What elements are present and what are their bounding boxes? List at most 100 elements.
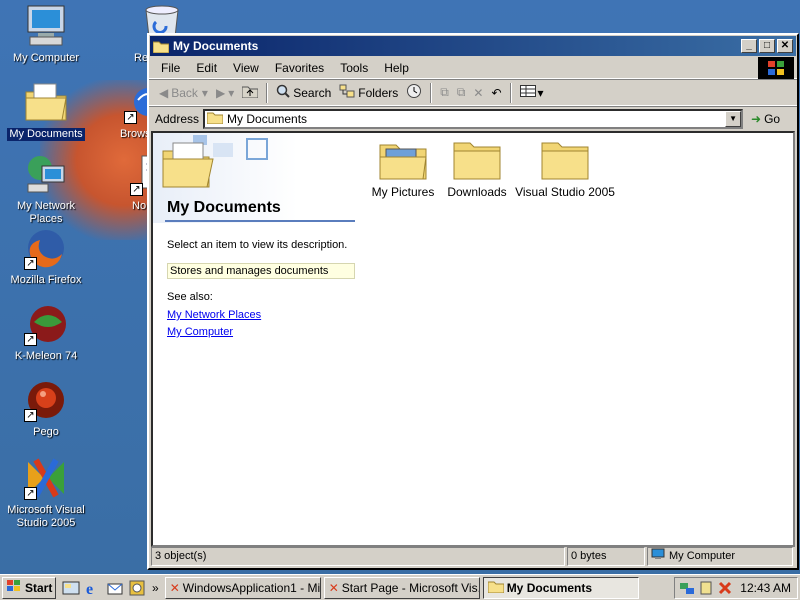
file-item-visual-studio-2005[interactable]: Visual Studio 2005 bbox=[505, 137, 625, 199]
desktop-icon-label: K-Meleon 74 bbox=[14, 350, 78, 362]
history-icon bbox=[406, 83, 422, 102]
desktop-icon-label: My Network Places bbox=[16, 200, 76, 225]
menu-view[interactable]: View bbox=[225, 59, 267, 77]
menu-bar: File Edit View Favorites Tools Help bbox=[149, 56, 797, 79]
menu-favorites[interactable]: Favorites bbox=[267, 59, 332, 77]
views-button[interactable]: ▾ bbox=[516, 83, 548, 102]
maximize-button[interactable]: □ bbox=[759, 39, 775, 53]
folders-button[interactable]: Folders bbox=[335, 82, 402, 103]
taskbar-item-my-documents[interactable]: My Documents bbox=[482, 576, 639, 599]
show-desktop-icon[interactable] bbox=[62, 579, 80, 597]
delete-button[interactable]: ✕ bbox=[469, 84, 487, 102]
notepad-tray-icon[interactable] bbox=[698, 580, 714, 596]
svg-text:e: e bbox=[86, 581, 93, 597]
chevron-right-icon[interactable]: » bbox=[152, 581, 159, 595]
file-name: My Pictures bbox=[371, 185, 435, 199]
folders-label: Folders bbox=[358, 85, 399, 100]
pane-hint: Select an item to view its description. bbox=[167, 239, 348, 251]
pane-divider bbox=[165, 220, 355, 222]
media-player-icon[interactable] bbox=[128, 579, 146, 597]
chevron-down-icon: ▾ bbox=[228, 85, 235, 100]
my-documents-icon bbox=[24, 80, 68, 124]
back-arrow-icon: ◀ bbox=[159, 85, 169, 100]
go-button[interactable]: ➜ Go bbox=[751, 112, 780, 126]
task-label: My Documents bbox=[506, 580, 593, 595]
status-size: 0 bytes bbox=[567, 547, 645, 566]
move-to-button[interactable]: ⧉ bbox=[436, 83, 453, 102]
address-dropdown-button[interactable]: ▼ bbox=[725, 110, 742, 127]
folders-icon bbox=[339, 84, 355, 101]
search-button[interactable]: Search bbox=[272, 82, 335, 103]
taskbar-item-windowsapplication1[interactable]: ✕ WindowsApplication1 - Mi... bbox=[164, 576, 321, 599]
file-item-downloads[interactable]: Downloads bbox=[439, 137, 515, 199]
file-name: Downloads bbox=[447, 185, 507, 199]
desktop-icon-label: My Documents bbox=[7, 128, 85, 141]
search-icon bbox=[276, 84, 290, 101]
address-value: My Documents bbox=[227, 111, 308, 126]
forward-button[interactable]: ▶ ▾ bbox=[212, 84, 238, 102]
folder-title-icon bbox=[152, 39, 170, 54]
desktop-icon-label: No bbox=[132, 200, 147, 212]
link-my-network-places[interactable]: My Network Places bbox=[167, 309, 261, 321]
desktop-icon-k-meleon[interactable]: ↗ K-Meleon 74 bbox=[0, 302, 92, 363]
system-tray: 12:43 AM bbox=[674, 576, 798, 599]
task-label: Start Page - Microsoft Vis... bbox=[341, 580, 480, 595]
k-meleon-icon: ↗ bbox=[24, 302, 68, 346]
copy-to-button[interactable]: ⧉ bbox=[453, 83, 470, 102]
start-label: Start bbox=[25, 580, 53, 595]
menu-help[interactable]: Help bbox=[376, 59, 417, 77]
taskbar-item-start-page[interactable]: ✕ Start Page - Microsoft Vis... bbox=[323, 576, 480, 599]
link-my-computer[interactable]: My Computer bbox=[167, 326, 233, 338]
address-input[interactable]: My Documents ▼ bbox=[203, 108, 744, 129]
shortcut-arrow-icon: ↗ bbox=[24, 487, 37, 500]
up-folder-button[interactable] bbox=[238, 82, 262, 103]
back-label: Back bbox=[171, 85, 198, 100]
folder-icon bbox=[487, 579, 505, 596]
undo-button[interactable]: ↶ bbox=[487, 84, 505, 102]
forward-arrow-icon: ▶ bbox=[215, 85, 226, 100]
pane-title: My Documents bbox=[167, 199, 281, 216]
toolbar-separator bbox=[266, 82, 269, 103]
menu-file[interactable]: File bbox=[153, 59, 188, 77]
history-button[interactable] bbox=[402, 81, 426, 104]
my-computer-icon bbox=[24, 4, 68, 48]
menu-tools[interactable]: Tools bbox=[332, 59, 376, 77]
menu-edit[interactable]: Edit bbox=[188, 59, 225, 77]
delete-icon: ✕ bbox=[473, 85, 484, 100]
views-icon bbox=[519, 85, 536, 100]
internet-explorer-icon[interactable]: e bbox=[84, 579, 102, 598]
file-item-my-pictures[interactable]: My Pictures bbox=[365, 137, 441, 199]
visual-studio-icon: ✕ bbox=[169, 580, 180, 595]
toolbar-separator bbox=[430, 82, 433, 103]
title-bar[interactable]: My Documents _ □ ✕ bbox=[150, 36, 796, 56]
desktop-icon-network-places[interactable]: My Network Places bbox=[0, 152, 92, 226]
address-bar: Address My Documents ▼ ➜ Go bbox=[149, 106, 797, 130]
outlook-express-icon[interactable] bbox=[106, 579, 124, 597]
network-tray-icon[interactable] bbox=[679, 580, 695, 596]
clock[interactable]: 12:43 AM bbox=[740, 581, 791, 595]
desktop-icon-label: Pego bbox=[33, 426, 59, 438]
desktop-icon-pego[interactable]: ↗ Pego bbox=[0, 378, 92, 439]
status-object-count: 3 object(s) bbox=[151, 547, 565, 566]
desktop-icon-my-computer[interactable]: My Computer bbox=[0, 4, 92, 65]
file-name: Visual Studio 2005 bbox=[515, 185, 615, 199]
taskbar: Start e » ✕ WindowsApplication1 - Mi... … bbox=[0, 574, 800, 600]
minimize-button[interactable]: _ bbox=[741, 39, 757, 53]
status-zone: My Computer bbox=[647, 547, 793, 566]
desktop-icon-firefox[interactable]: ↗ Mozilla Firefox bbox=[0, 226, 92, 287]
windows-logo-icon bbox=[758, 56, 794, 79]
status-zone-label: My Computer bbox=[669, 550, 736, 562]
visual-studio-icon: ✕ bbox=[328, 580, 339, 595]
chevron-down-icon: ▾ bbox=[201, 85, 208, 100]
desktop-icon-visual-studio[interactable]: ↗ Microsoft Visual Studio 2005 bbox=[0, 456, 92, 530]
see-also-label: See also: bbox=[167, 291, 213, 303]
windows-logo-icon bbox=[6, 579, 22, 596]
close-button[interactable]: ✕ bbox=[777, 39, 793, 53]
pictures-folder-icon bbox=[378, 137, 428, 181]
desktop-icon-my-documents[interactable]: My Documents bbox=[0, 80, 92, 141]
desktop-icon-label: Mozilla Firefox bbox=[10, 274, 82, 286]
visual-studio-tray-icon[interactable] bbox=[717, 580, 733, 596]
firefox-icon: ↗ bbox=[24, 226, 68, 270]
back-button[interactable]: ◀ Back ▾ bbox=[155, 84, 212, 102]
start-button[interactable]: Start bbox=[2, 576, 56, 599]
